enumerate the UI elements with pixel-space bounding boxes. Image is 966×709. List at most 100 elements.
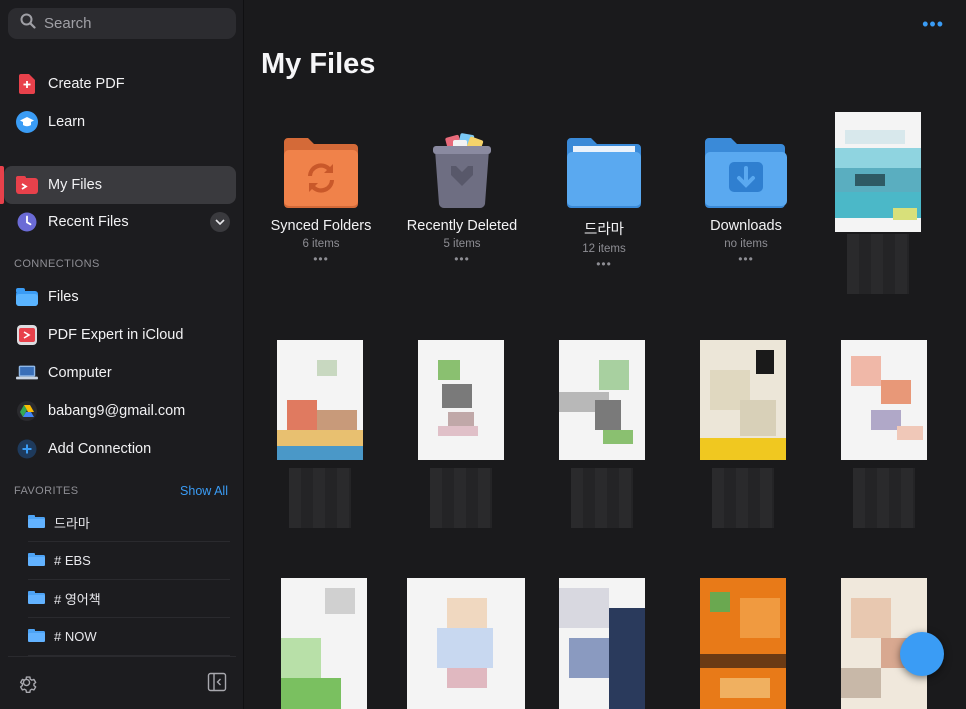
file-reflection [712,468,774,528]
my-files-icon [16,174,38,196]
add-floating-button[interactable] [900,632,944,676]
pdf-expert-icloud-label: PDF Expert in iCloud [48,327,184,343]
create-pdf-item[interactable]: Create PDF [0,67,244,101]
folder-more-button[interactable]: ••• [256,252,386,266]
favorite-label: # EBS [54,553,91,568]
favorite-now[interactable]: # NOW [28,618,230,656]
favorite-ebs[interactable]: # EBS [28,542,230,580]
search-placeholder: Search [44,15,92,32]
folder-name: 드라마 [583,222,625,238]
file-thumbnail[interactable] [549,568,657,709]
laptop-icon [16,362,38,384]
folder-downloads[interactable]: Downloads no items ••• [681,130,811,266]
sidebar-item-my-files[interactable]: My Files [4,166,236,204]
downloads-folder-icon [705,138,787,208]
graduation-cap-icon [16,111,38,133]
connections-header: CONNECTIONS [14,258,100,270]
file-preview [277,340,363,460]
file-reflection [853,468,915,528]
folder-icon [28,552,45,569]
divider [8,656,236,657]
file-reflection [289,468,351,528]
file-preview [559,578,645,709]
pdf-expert-icon [16,324,38,346]
collapse-sidebar-icon[interactable] [207,672,227,697]
show-all-link[interactable]: Show All [180,484,228,498]
file-preview [835,112,921,232]
sidebar: Search Create PDF Learn My Files Recent … [0,0,244,709]
file-reflection [847,234,909,294]
file-preview [407,578,525,709]
learn-label: Learn [48,114,86,130]
trash-can-icon [433,133,491,209]
folder-more-button[interactable]: ••• [397,252,527,266]
folder-more-button[interactable]: ••• [681,252,811,266]
file-thumbnail[interactable] [408,340,516,540]
clock-icon [16,211,38,233]
folder-icon [28,514,45,531]
search-field[interactable]: Search [8,8,236,39]
connection-google-drive[interactable]: babang9@gmail.com [0,394,244,428]
file-preview [700,578,786,709]
chevron-down-icon[interactable] [210,212,230,232]
file-thumbnail[interactable] [397,568,527,709]
create-pdf-icon [16,73,38,95]
file-thumbnail[interactable] [825,92,933,312]
files-folder-icon [16,286,38,308]
folder-recently-deleted[interactable]: Recently Deleted 5 items ••• [397,130,527,266]
file-thumbnail[interactable] [549,340,657,540]
recent-files-label: Recent Files [48,214,129,230]
folder-name: Downloads [710,218,782,234]
favorites-header: FAVORITES [14,485,79,497]
file-thumbnail[interactable] [271,568,379,709]
file-reflection [571,468,633,528]
favorite-english-books[interactable]: # 영어책 [28,580,230,618]
plus-icon [16,438,38,460]
google-drive-icon [16,400,38,422]
file-thumbnail[interactable] [267,340,375,540]
folder-count: no items [724,238,768,250]
folder-name: Synced Folders [270,218,372,234]
create-pdf-label: Create PDF [48,76,125,92]
file-preview [559,340,645,460]
main-content: ••• My Files Synced Folders 6 items ••• … [245,0,966,709]
folder-more-button[interactable]: ••• [539,257,669,271]
folder-count: 12 items [582,243,626,255]
search-icon [20,13,36,34]
folder-count: 6 items [302,238,340,250]
file-thumbnail[interactable] [831,340,939,540]
gear-icon[interactable] [16,672,37,698]
connection-files[interactable]: Files [0,280,244,314]
file-preview [700,340,786,460]
favorite-label: 드라마 [54,516,90,531]
learn-item[interactable]: Learn [0,105,244,139]
folder-drama[interactable]: 드라마 12 items ••• [539,130,669,271]
add-connection-button[interactable]: Add Connection [0,432,244,466]
file-preview [841,340,927,460]
favorite-label: # 영어책 [54,592,101,607]
my-files-label: My Files [48,177,102,193]
folder-synced-folders[interactable]: Synced Folders 6 items ••• [256,130,386,266]
synced-folder-icon [284,138,358,208]
page-title: My Files [261,48,376,80]
folder-icon [567,138,641,208]
file-thumbnail[interactable] [690,340,798,540]
file-reflection [430,468,492,528]
more-options-button[interactable]: ••• [922,14,944,35]
folder-name: Recently Deleted [406,218,518,234]
add-connection-label: Add Connection [48,441,152,457]
google-account-label: babang9@gmail.com [48,403,186,419]
sidebar-item-recent-files[interactable]: Recent Files [0,205,244,239]
folder-count: 5 items [443,238,481,250]
file-preview [418,340,504,460]
favorite-label: # NOW [54,629,97,644]
file-thumbnail[interactable] [690,568,798,709]
file-preview [281,578,367,709]
connection-pdf-expert-icloud[interactable]: PDF Expert in iCloud [0,318,244,352]
folder-icon [28,628,45,645]
favorite-drama[interactable]: 드라마 [28,504,230,542]
folder-icon [28,590,45,607]
files-label: Files [48,289,79,305]
computer-label: Computer [48,365,112,381]
connection-computer[interactable]: Computer [0,356,244,390]
